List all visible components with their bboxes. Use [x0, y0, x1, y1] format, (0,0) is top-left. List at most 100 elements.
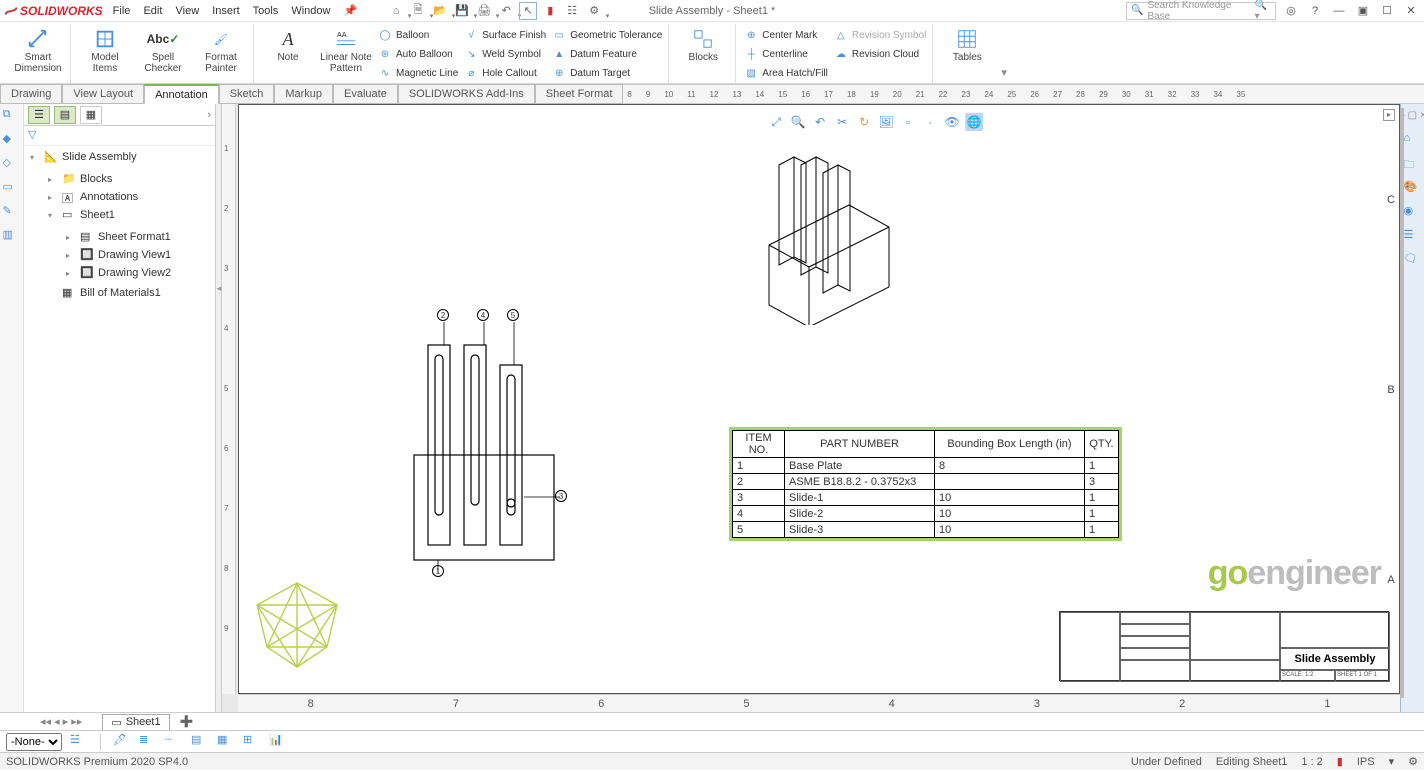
qat-rebuild-icon[interactable]: ▮	[541, 2, 559, 20]
status-gear-icon[interactable]: ⚙	[1408, 755, 1418, 768]
table-row[interactable]: 4Slide-2101	[733, 506, 1119, 522]
weld-symbol-button[interactable]: ↘Weld Symbol	[462, 45, 548, 63]
tree-sheet1[interactable]: ▾▭Sheet1	[48, 206, 171, 224]
table-row[interactable]: 1Base Plate81	[733, 458, 1119, 474]
maximize-icon[interactable]: ☐	[1378, 2, 1396, 20]
menu-pin-icon[interactable]: 📌	[344, 5, 358, 17]
task-pane[interactable]: –▢× ⌂ 🗀 🎨 ◉ ☰ 🗨	[1400, 104, 1424, 712]
hole-callout-button[interactable]: ⌀Hole Callout	[462, 64, 548, 82]
qat-options-panel-icon[interactable]: ☷	[563, 2, 581, 20]
area-hatch-button[interactable]: ▨Area Hatch/Fill	[742, 64, 830, 82]
qat-print-icon[interactable]: 🖨	[475, 2, 493, 20]
vtool-sketch-icon[interactable]: ◇	[3, 156, 21, 174]
layer-props-icon[interactable]: ☱	[70, 733, 88, 751]
qat-settings-icon[interactable]: ⚙	[585, 2, 603, 20]
balloon-4-callout[interactable]: 4	[477, 309, 489, 321]
tables-button[interactable]: Tables	[939, 26, 995, 65]
surface-finish-button[interactable]: √Surface Finish	[462, 26, 548, 44]
note-button[interactable]: A Note	[260, 26, 316, 65]
auto-balloon-button[interactable]: ⊛Auto Balloon	[376, 45, 460, 63]
smart-dimension-button[interactable]: Smart Dimension	[10, 26, 66, 76]
sheet-nav[interactable]: ◂◂ ◂ ▸ ▸▸	[40, 715, 82, 728]
user-icon[interactable]: ◎	[1282, 2, 1300, 20]
vtool-eval-icon[interactable]: ▥	[3, 228, 21, 246]
table-row[interactable]: 3Slide-1101	[733, 490, 1119, 506]
tree-sheet-format[interactable]: ▸▤Sheet Format1	[66, 228, 171, 246]
hide-show-icon[interactable]: ▤	[191, 733, 209, 751]
model-items-button[interactable]: Model Items	[77, 26, 133, 76]
align-icon[interactable]: ⊞	[243, 733, 261, 751]
menu-view[interactable]: View	[176, 5, 200, 17]
qat-save-icon[interactable]: 💾	[453, 2, 471, 20]
menu-tools[interactable]: Tools	[253, 5, 279, 17]
restore-icon[interactable]: ▣	[1354, 2, 1372, 20]
search-input[interactable]: 🔍 Search Knowledge Base 🔍▾	[1126, 2, 1276, 20]
help-icon[interactable]: ?	[1306, 2, 1324, 20]
doc-restore-icon[interactable]: ▢	[1408, 110, 1417, 121]
balloon-3-callout[interactable]: 3	[555, 490, 567, 502]
status-rebuild-icon[interactable]: ▮	[1337, 755, 1343, 768]
center-mark-button[interactable]: ⊕Center Mark	[742, 26, 830, 44]
qat-select-icon[interactable]: ↖	[519, 2, 537, 20]
vtool-sheet-icon[interactable]: ▭	[3, 180, 21, 198]
qat-undo-icon[interactable]: ↶	[497, 2, 515, 20]
chart-icon[interactable]: 📊	[269, 733, 287, 751]
tab-drawing[interactable]: Drawing	[0, 84, 62, 104]
tree-annotations[interactable]: ▸🄰Annotations	[48, 188, 171, 206]
tree-blocks[interactable]: ▸📁Blocks	[48, 170, 171, 188]
status-units[interactable]: IPS	[1357, 756, 1375, 768]
vtool-feature-icon[interactable]: ◆	[3, 132, 21, 150]
menu-insert[interactable]: Insert	[212, 5, 240, 17]
geometric-tolerance-button[interactable]: ▭Geometric Tolerance	[550, 26, 664, 44]
doc-close-icon[interactable]: ×	[1420, 110, 1424, 121]
vtool-markup-icon[interactable]: ✎	[3, 204, 21, 222]
drawing-sheet[interactable]: ▸ ⤢ 🔍 ↶ ✂ ↻ 🖼 ▫ · 👁 🌐	[238, 104, 1400, 694]
centerline-button[interactable]: ┼Centerline	[742, 45, 830, 63]
hud-hide-icon[interactable]: ▫	[899, 113, 917, 131]
title-block[interactable]: Slide Assembly SCALE: 1:2 SHEET 1 OF 1	[1059, 611, 1389, 681]
line-color-icon[interactable]: 🖊	[113, 733, 131, 751]
qat-new-icon[interactable]: 🗎	[409, 2, 427, 20]
taskpane-custom-icon[interactable]: ☰	[1404, 228, 1422, 246]
tab-evaluate[interactable]: Evaluate	[333, 84, 398, 104]
line-style-icon[interactable]: ┄	[165, 733, 183, 751]
datum-target-button[interactable]: ⊕Datum Target	[550, 64, 664, 82]
ribbon-overflow-icon[interactable]: ▾	[997, 64, 1011, 81]
magnetic-line-button[interactable]: ∿Magnetic Line	[376, 64, 460, 82]
tree-root[interactable]: ▾📐Slide Assembly	[30, 148, 215, 166]
taskpane-home-icon[interactable]: ⌂	[1404, 132, 1422, 150]
tab-view-layout[interactable]: View Layout	[62, 84, 144, 104]
table-row[interactable]: 2ASME B18.8.2 - 0.3752x33	[733, 474, 1119, 490]
hud-eye-icon[interactable]: 👁	[943, 113, 961, 131]
close-icon[interactable]: ✕	[1402, 2, 1420, 20]
tree-drawing-view2[interactable]: ▸🔲Drawing View2	[66, 264, 171, 282]
filter-icon[interactable]: ▽	[28, 129, 36, 141]
balloon-1-callout[interactable]: 1	[432, 565, 444, 577]
add-sheet-icon[interactable]: ➕	[180, 715, 194, 728]
menu-window[interactable]: Window	[291, 5, 330, 17]
taskpane-palette-icon[interactable]: 🎨	[1404, 180, 1422, 198]
spell-checker-button[interactable]: Abc✓ Spell Checker	[135, 26, 191, 76]
drawing-view-front[interactable]	[404, 325, 574, 575]
tab-sketch[interactable]: Sketch	[219, 84, 275, 104]
sheet-tab[interactable]: ▭Sheet1	[102, 714, 169, 730]
bom-table[interactable]: ITEM NO. PART NUMBER Bounding Box Length…	[729, 427, 1122, 541]
taskpane-appearance-icon[interactable]: ◉	[1404, 204, 1422, 222]
tree-drawing-view1[interactable]: ▸🔲Drawing View1	[66, 246, 171, 264]
tab-annotation[interactable]: Annotation	[144, 84, 219, 104]
tab-sheet-format[interactable]: Sheet Format	[535, 84, 624, 104]
tree-expand-icon[interactable]: ›	[207, 109, 211, 121]
drawing-canvas[interactable]: 123 456 789 ▸ ⤢ 🔍 ↶ ✂ ↻ 🖼 ▫ · 👁 🌐	[222, 104, 1400, 712]
drawing-view-iso[interactable]	[719, 105, 899, 325]
sheet-panel-collapse-icon[interactable]: ▸	[1383, 109, 1395, 121]
tab-addins[interactable]: SOLIDWORKS Add-Ins	[398, 84, 535, 104]
revision-cloud-button[interactable]: ☁Revision Cloud	[832, 45, 928, 63]
tree-mode-display-icon[interactable]: ▦	[80, 106, 102, 124]
qat-home-icon[interactable]: ⌂	[387, 2, 405, 20]
table-row[interactable]: 5Slide-3101	[733, 522, 1119, 538]
vtool-assembly-icon[interactable]: ⧉	[3, 108, 21, 126]
datum-feature-button[interactable]: ▲Datum Feature	[550, 45, 664, 63]
blocks-button[interactable]: Blocks	[675, 26, 731, 65]
minimize-icon[interactable]: —	[1330, 2, 1348, 20]
balloon-5-callout[interactable]: 5	[507, 309, 519, 321]
